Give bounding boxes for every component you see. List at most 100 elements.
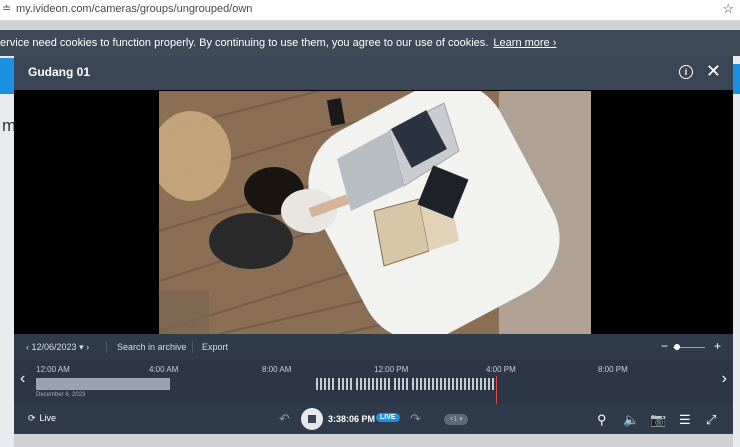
- divider: [192, 341, 193, 353]
- timeline-track[interactable]: [36, 376, 716, 414]
- recording-tick[interactable]: [320, 378, 322, 390]
- recording-tick[interactable]: [452, 378, 454, 390]
- recording-tick[interactable]: [356, 378, 358, 390]
- recording-tick[interactable]: [432, 378, 434, 390]
- current-time: 3:38:06 PM: [328, 414, 376, 424]
- live-badge[interactable]: LIVE: [376, 413, 400, 422]
- menu-icon[interactable]: ☰: [679, 412, 691, 428]
- recording-tick[interactable]: [368, 378, 370, 390]
- recording-tick[interactable]: [332, 378, 334, 390]
- recording-tick[interactable]: [428, 378, 430, 390]
- recording-segment[interactable]: [36, 378, 170, 390]
- recording-tick[interactable]: [350, 378, 352, 390]
- chevron-right-icon[interactable]: ›: [86, 342, 89, 352]
- fullscreen-icon[interactable]: ⤢: [706, 412, 716, 428]
- timeline-zoom-slider[interactable]: − +: [661, 339, 721, 353]
- camera-settings-icon[interactable]: 📷: [650, 412, 666, 428]
- refresh-icon[interactable]: ⟳: [28, 413, 36, 423]
- zoom-out-icon[interactable]: −: [661, 339, 668, 353]
- search-archive-button[interactable]: Search in archive: [117, 342, 187, 352]
- live-button[interactable]: ⟳ Live: [28, 413, 56, 424]
- archive-toolbar: ‹ 12/06/2023 ▾ › Search in archive Expor…: [14, 334, 733, 360]
- recording-tick[interactable]: [412, 378, 414, 390]
- recording-tick[interactable]: [394, 378, 396, 390]
- export-button[interactable]: Export: [202, 342, 228, 352]
- date-picker[interactable]: ‹ 12/06/2023 ▾ ›: [26, 342, 89, 353]
- recording-tick[interactable]: [384, 378, 386, 390]
- background-page-right: [733, 56, 740, 447]
- close-icon[interactable]: ✕: [706, 62, 721, 80]
- rewind-icon[interactable]: ↶: [279, 411, 290, 427]
- timeline-hour-label: 12:00 PM: [374, 365, 409, 374]
- recording-tick[interactable]: [360, 378, 362, 390]
- recording-tick[interactable]: [416, 378, 418, 390]
- pin-icon[interactable]: ⚲: [597, 412, 607, 428]
- timeline-next-icon[interactable]: ›: [722, 370, 727, 388]
- recording-tick[interactable]: [380, 378, 382, 390]
- modal-header: Gudang 01 i ✕: [14, 56, 733, 90]
- site-info-icon[interactable]: ≐: [2, 2, 11, 15]
- url-text[interactable]: my.ivideon.com/cameras/groups/ungrouped/…: [16, 3, 252, 15]
- recording-tick[interactable]: [388, 378, 390, 390]
- bookmark-star-icon[interactable]: ☆: [722, 1, 734, 17]
- timeline-hour-label: 8:00 AM: [262, 365, 292, 374]
- recording-bars[interactable]: [316, 378, 496, 390]
- video-player[interactable]: [14, 90, 733, 334]
- timeline-date: December 6, 2023: [36, 392, 86, 398]
- recording-tick[interactable]: [364, 378, 366, 390]
- volume-icon[interactable]: 🔈: [623, 412, 639, 428]
- stop-icon: [308, 415, 316, 423]
- learn-more-link[interactable]: Learn more ›: [493, 37, 556, 49]
- recording-tick[interactable]: [476, 378, 478, 390]
- recording-tick[interactable]: [460, 378, 462, 390]
- divider: [106, 341, 107, 353]
- zoom-knob[interactable]: [674, 344, 680, 350]
- recording-tick[interactable]: [338, 378, 340, 390]
- recording-tick[interactable]: [346, 378, 348, 390]
- timeline-hour-label: 4:00 PM: [486, 365, 516, 374]
- recording-tick[interactable]: [406, 378, 408, 390]
- recording-tick[interactable]: [436, 378, 438, 390]
- player-controls: ⟳ Live ↶ 3:38:06 PM LIVE ↷ ×1 ▾ ⚲ 🔈 📷 ☰ ⤢: [14, 404, 733, 434]
- recording-tick[interactable]: [316, 378, 318, 390]
- recording-tick[interactable]: [492, 378, 494, 390]
- browser-address-bar: ≐ my.ivideon.com/cameras/groups/ungroupe…: [0, 0, 740, 21]
- stop-button[interactable]: [301, 408, 323, 430]
- recording-tick[interactable]: [444, 378, 446, 390]
- recording-tick[interactable]: [398, 378, 400, 390]
- recording-tick[interactable]: [324, 378, 326, 390]
- recording-tick[interactable]: [448, 378, 450, 390]
- timeline-hour-label: 12:00 AM: [36, 365, 70, 374]
- recording-tick[interactable]: [488, 378, 490, 390]
- zoom-in-icon[interactable]: +: [714, 339, 721, 353]
- caret-down-icon[interactable]: ▾: [79, 342, 84, 352]
- recording-tick[interactable]: [440, 378, 442, 390]
- recording-tick[interactable]: [472, 378, 474, 390]
- live-label[interactable]: Live: [40, 413, 57, 423]
- recording-tick[interactable]: [424, 378, 426, 390]
- camera-frame-image: [159, 91, 591, 334]
- background-blue-button[interactable]: [733, 64, 740, 94]
- recording-tick[interactable]: [456, 378, 458, 390]
- recording-tick[interactable]: [402, 378, 404, 390]
- speed-selector[interactable]: ×1 ▾: [444, 414, 468, 425]
- recording-tick[interactable]: [342, 378, 344, 390]
- cookie-banner: ervice need cookies to function properly…: [0, 30, 740, 56]
- forward-icon[interactable]: ↷: [410, 411, 421, 427]
- date-value[interactable]: 12/06/2023: [32, 342, 77, 352]
- recording-tick[interactable]: [376, 378, 378, 390]
- recording-tick[interactable]: [372, 378, 374, 390]
- recording-tick[interactable]: [420, 378, 422, 390]
- recording-tick[interactable]: [468, 378, 470, 390]
- camera-title: Gudang 01: [28, 65, 91, 79]
- recording-tick[interactable]: [328, 378, 330, 390]
- info-icon[interactable]: i: [679, 65, 693, 79]
- recording-tick[interactable]: [484, 378, 486, 390]
- recording-tick[interactable]: [464, 378, 466, 390]
- archive-timeline[interactable]: ‹ › 12:00 AM 4:00 AM 8:00 AM 12:00 PM 4:…: [14, 360, 733, 414]
- camera-modal: Gudang 01 i ✕ ‹ 12/06/2023 ▾ › Search in…: [14, 56, 733, 434]
- timeline-prev-icon[interactable]: ‹: [20, 370, 25, 388]
- recording-tick[interactable]: [480, 378, 482, 390]
- timeline-hour-label: 8:00 PM: [598, 365, 628, 374]
- chevron-left-icon[interactable]: ‹: [26, 342, 29, 352]
